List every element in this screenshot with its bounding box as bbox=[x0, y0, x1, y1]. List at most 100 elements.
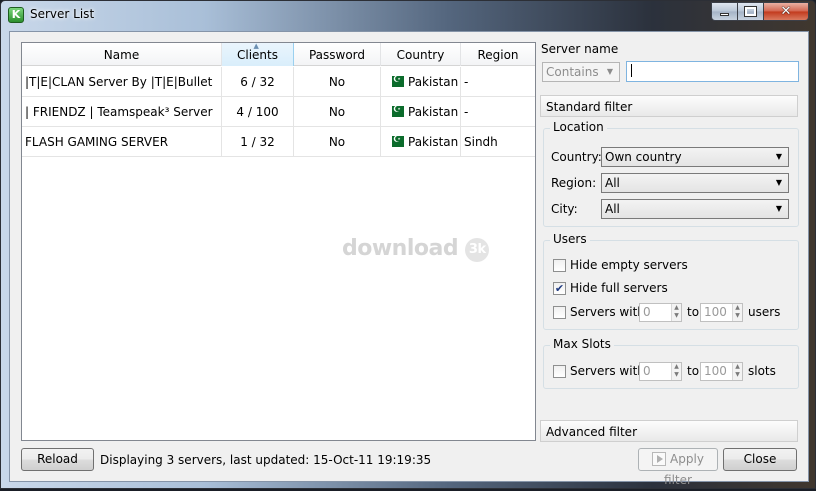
column-header-region[interactable]: Region bbox=[461, 43, 535, 66]
hide-empty-label[interactable]: Hide empty servers bbox=[570, 258, 688, 272]
spinner-arrows-icon[interactable]: ▲ ▼ bbox=[732, 304, 742, 321]
filter-panel: Server name Contains ▼ Standard filter L… bbox=[540, 32, 808, 481]
users-range-label[interactable]: Servers with bbox=[570, 305, 645, 319]
server-password: No bbox=[294, 127, 381, 157]
match-mode-value: Contains bbox=[546, 65, 599, 79]
close-window-button[interactable]: ✕ bbox=[764, 2, 809, 21]
country-select[interactable]: Own country ▼ bbox=[601, 147, 789, 167]
server-password: No bbox=[294, 97, 381, 127]
users-to-label: to bbox=[687, 305, 700, 319]
maximize-icon bbox=[744, 6, 757, 17]
apply-filter-icon bbox=[652, 452, 667, 466]
close-icon: ✕ bbox=[780, 4, 792, 19]
maximize-button[interactable] bbox=[738, 2, 764, 21]
server-name-label: Server name bbox=[541, 42, 619, 56]
country-select-value: Own country bbox=[605, 150, 682, 164]
country-label: Country: bbox=[551, 150, 602, 164]
advanced-filter-header[interactable]: Advanced filter bbox=[540, 420, 798, 442]
country-label: Pakistan bbox=[408, 105, 459, 119]
slots-from-value: 0 bbox=[643, 364, 651, 378]
server-clients: 4 / 100 bbox=[222, 97, 294, 127]
slots-unit-label: slots bbox=[748, 364, 776, 378]
server-list[interactable]: Name ▲ Clients Password Country Region |… bbox=[21, 42, 536, 441]
users-to-spinner[interactable]: 100 ▲ ▼ bbox=[700, 303, 743, 322]
server-country: Pakistan bbox=[381, 127, 461, 157]
server-password: No bbox=[294, 67, 381, 97]
users-unit-label: users bbox=[748, 305, 781, 319]
pakistan-flag-icon bbox=[388, 73, 404, 87]
column-header-clients-label: Clients bbox=[237, 48, 278, 62]
text-caret bbox=[631, 64, 632, 77]
location-group-title: Location bbox=[550, 120, 607, 134]
close-button[interactable]: Close bbox=[723, 448, 797, 471]
spinner-arrows-icon[interactable]: ▲ ▼ bbox=[671, 304, 681, 321]
users-range-checkbox[interactable] bbox=[553, 306, 566, 319]
slots-to-label: to bbox=[687, 364, 700, 378]
list-header: Name ▲ Clients Password Country Region bbox=[22, 42, 535, 66]
slots-range-label[interactable]: Servers with bbox=[570, 364, 645, 378]
title-bar[interactable]: K Server List ✕ bbox=[1, 1, 815, 29]
server-name: | FRIENDZ | Teamspeak³ Server bbox=[22, 97, 222, 127]
pakistan-flag-icon bbox=[388, 103, 404, 117]
slots-to-spinner[interactable]: 100 ▲ ▼ bbox=[700, 362, 743, 381]
hide-empty-checkbox[interactable] bbox=[553, 259, 566, 272]
table-row[interactable]: FLASH GAMING SERVER 1 / 32 No Pakistan S… bbox=[22, 127, 535, 157]
apply-filter-button[interactable]: Apply filter bbox=[638, 448, 718, 487]
column-header-name[interactable]: Name bbox=[22, 43, 222, 66]
match-mode-select[interactable]: Contains ▼ bbox=[542, 62, 620, 82]
server-country: Pakistan bbox=[381, 67, 461, 97]
users-group: Users Hide empty servers ✔ Hide full ser… bbox=[543, 232, 799, 330]
server-list-window: K Server List ✕ Name ▲ Clients Password … bbox=[0, 0, 816, 489]
users-to-value: 100 bbox=[704, 305, 727, 319]
watermark-logo: download 3k bbox=[342, 236, 490, 262]
server-region: - bbox=[464, 75, 469, 89]
server-country: Pakistan bbox=[381, 97, 461, 127]
spinner-arrows-icon[interactable]: ▲ ▼ bbox=[732, 363, 742, 380]
table-row[interactable]: |T|E|CLAN Server By |T|E|Bullet 6 / 32 N… bbox=[22, 67, 535, 97]
city-select-value: All bbox=[605, 202, 620, 216]
city-select[interactable]: All ▼ bbox=[601, 199, 789, 219]
checkmark-icon: ✔ bbox=[554, 282, 565, 295]
server-clients: 1 / 32 bbox=[222, 127, 294, 157]
hide-full-checkbox[interactable]: ✔ bbox=[553, 282, 566, 295]
dropdown-arrow-icon: ▼ bbox=[606, 67, 613, 76]
minimize-icon bbox=[720, 13, 729, 16]
users-group-title: Users bbox=[550, 232, 590, 246]
dropdown-arrow-icon: ▼ bbox=[775, 178, 782, 187]
server-clients: 6 / 32 bbox=[222, 67, 294, 97]
region-label: Region: bbox=[551, 176, 597, 190]
dropdown-arrow-icon: ▼ bbox=[775, 204, 782, 213]
minimize-button[interactable] bbox=[711, 2, 738, 21]
max-slots-group: Max Slots Servers with 0 ▲ ▼ to 100 ▲ ▼ sl… bbox=[543, 337, 799, 389]
column-header-clients[interactable]: ▲ Clients bbox=[222, 42, 294, 66]
reload-button[interactable]: Reload bbox=[21, 448, 94, 471]
spinner-arrows-icon[interactable]: ▲ ▼ bbox=[671, 363, 681, 380]
users-from-spinner[interactable]: 0 ▲ ▼ bbox=[639, 303, 682, 322]
slots-from-spinner[interactable]: 0 ▲ ▼ bbox=[639, 362, 682, 381]
apply-filter-label: Apply filter bbox=[664, 452, 704, 487]
region-select[interactable]: All ▼ bbox=[601, 173, 789, 193]
app-icon: K bbox=[8, 7, 24, 23]
slots-range-checkbox[interactable] bbox=[553, 365, 566, 378]
table-row[interactable]: | FRIENDZ | Teamspeak³ Server 4 / 100 No… bbox=[22, 97, 535, 127]
watermark-text: download bbox=[342, 236, 459, 261]
dialog-client-area: Name ▲ Clients Password Country Region |… bbox=[9, 31, 809, 487]
column-header-password[interactable]: Password bbox=[294, 43, 381, 66]
column-header-country[interactable]: Country bbox=[381, 43, 461, 66]
max-slots-group-title: Max Slots bbox=[550, 337, 614, 351]
country-label: Pakistan bbox=[408, 75, 459, 89]
server-region: Sindh bbox=[464, 135, 498, 149]
region-select-value: All bbox=[605, 176, 620, 190]
country-label: Pakistan bbox=[408, 135, 459, 149]
server-name-input[interactable] bbox=[626, 61, 799, 82]
dropdown-arrow-icon: ▼ bbox=[775, 152, 782, 161]
server-name: FLASH GAMING SERVER bbox=[22, 127, 222, 157]
server-name: |T|E|CLAN Server By |T|E|Bullet bbox=[22, 67, 222, 97]
city-label: City: bbox=[551, 202, 578, 216]
sort-ascending-icon: ▲ bbox=[253, 42, 259, 50]
caption-buttons: ✕ bbox=[711, 2, 809, 21]
hide-full-label[interactable]: Hide full servers bbox=[570, 281, 668, 295]
standard-filter-header[interactable]: Standard filter bbox=[540, 95, 798, 117]
list-rows: |T|E|CLAN Server By |T|E|Bullet 6 / 32 N… bbox=[22, 67, 535, 157]
server-region: - bbox=[464, 105, 469, 119]
